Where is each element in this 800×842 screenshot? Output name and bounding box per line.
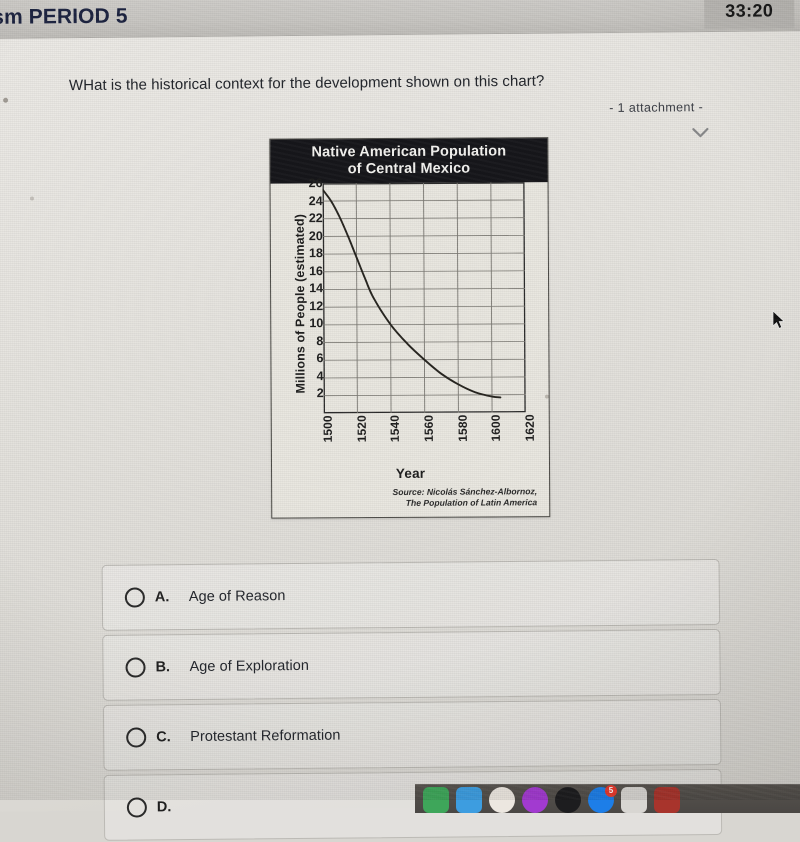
dust-speck: [30, 196, 35, 201]
plot-area-wrapper: Millions of People (estimated) 2 4 6 8 10 12 1…: [271, 176, 550, 517]
excel-icon[interactable]: 5: [588, 785, 617, 813]
question-prompt: WHat is the historical context for the d…: [68, 72, 545, 95]
y-tick-label: 10: [309, 316, 324, 331]
radio-button-c[interactable]: [126, 727, 147, 748]
dust-speck: [3, 97, 9, 103]
top-bar: ism PERIOD 5 33:20: [0, 0, 800, 39]
finder-icon[interactable]: [423, 787, 449, 813]
photos-icon[interactable]: [489, 787, 515, 813]
dock-badge: 5: [605, 785, 617, 797]
attachment-label: - 1 attachment -: [609, 100, 704, 115]
x-tick-label: 1600: [489, 414, 504, 442]
x-tick-label: 1560: [421, 414, 436, 442]
y-tick-label: 20: [308, 228, 323, 243]
option-letter-c: C.: [156, 729, 171, 746]
x-axis-ticks: 1500 1520 1540 1560 1580 1600 1620: [320, 414, 537, 467]
y-tick-label: 4: [316, 369, 324, 384]
chart-attachment[interactable]: Native American Population of Central Me…: [269, 137, 551, 519]
option-text-a: Age of Reason: [188, 588, 286, 606]
dust-speck: [544, 394, 549, 399]
y-tick-label: 26: [308, 176, 323, 191]
source-line-2: The Population of Latin America: [405, 497, 538, 509]
course-title: ism PERIOD 5: [0, 4, 128, 29]
y-axis-ticks: 2 4 6 8 10 12 14 16 18 20 22 24 26: [287, 176, 324, 411]
chart-title-line-2: of Central Mexico: [347, 160, 471, 178]
y-tick-label: 14: [309, 281, 324, 296]
y-tick-label: 22: [308, 211, 323, 226]
chevron-down-icon[interactable]: [691, 127, 709, 139]
mac-dock[interactable]: 5: [415, 784, 800, 813]
y-tick-label: 6: [316, 351, 324, 366]
music-icon[interactable]: [555, 787, 581, 813]
option-letter-b: B.: [155, 659, 171, 676]
screen-surface: ism PERIOD 5 33:20 WHat is the historica…: [0, 0, 800, 841]
option-text-b: Age of Exploration: [189, 657, 310, 676]
podcasts-icon[interactable]: [522, 787, 548, 813]
source-line-1: Source: Nicolás Sánchez-Albornoz,: [392, 486, 538, 497]
radio-button-d[interactable]: [126, 797, 147, 818]
x-tick-label: 1500: [320, 415, 335, 443]
y-tick-label: 8: [316, 333, 324, 348]
y-tick-label: 2: [316, 386, 324, 401]
mouse-cursor: [772, 310, 785, 329]
app-icon[interactable]: [654, 787, 680, 813]
option-letter-d: D.: [156, 799, 172, 816]
y-tick-label: 24: [308, 193, 323, 208]
messages-icon[interactable]: [456, 787, 482, 813]
x-tick-label: 1520: [354, 415, 369, 443]
y-tick-label: 12: [309, 298, 324, 313]
option-text-c: Protestant Reformation: [190, 727, 341, 746]
answer-option-b[interactable]: B. Age of Exploration: [102, 628, 721, 701]
answer-option-c[interactable]: C. Protestant Reformation: [102, 698, 722, 771]
y-tick-label: 16: [309, 263, 324, 278]
timer-chip: 33:20: [704, 0, 795, 30]
settings-icon[interactable]: [621, 787, 647, 813]
x-tick-label: 1620: [522, 414, 537, 442]
y-tick-label: 18: [308, 246, 323, 261]
x-tick-label: 1580: [455, 414, 470, 442]
x-tick-label: 1540: [388, 414, 403, 443]
chart-source-note: Source: Nicolás Sánchez-Albornoz, The Po…: [392, 486, 537, 509]
chart-title-line-1: Native American Population: [311, 143, 507, 161]
timer-value: 33:20: [725, 0, 774, 21]
radio-button-b[interactable]: [125, 657, 146, 678]
option-letter-a: A.: [154, 589, 170, 606]
x-axis-label: Year: [395, 465, 426, 481]
chart-plot: [322, 182, 526, 414]
radio-button-a[interactable]: [124, 587, 145, 608]
answer-option-a[interactable]: A. Age of Reason: [101, 558, 721, 631]
